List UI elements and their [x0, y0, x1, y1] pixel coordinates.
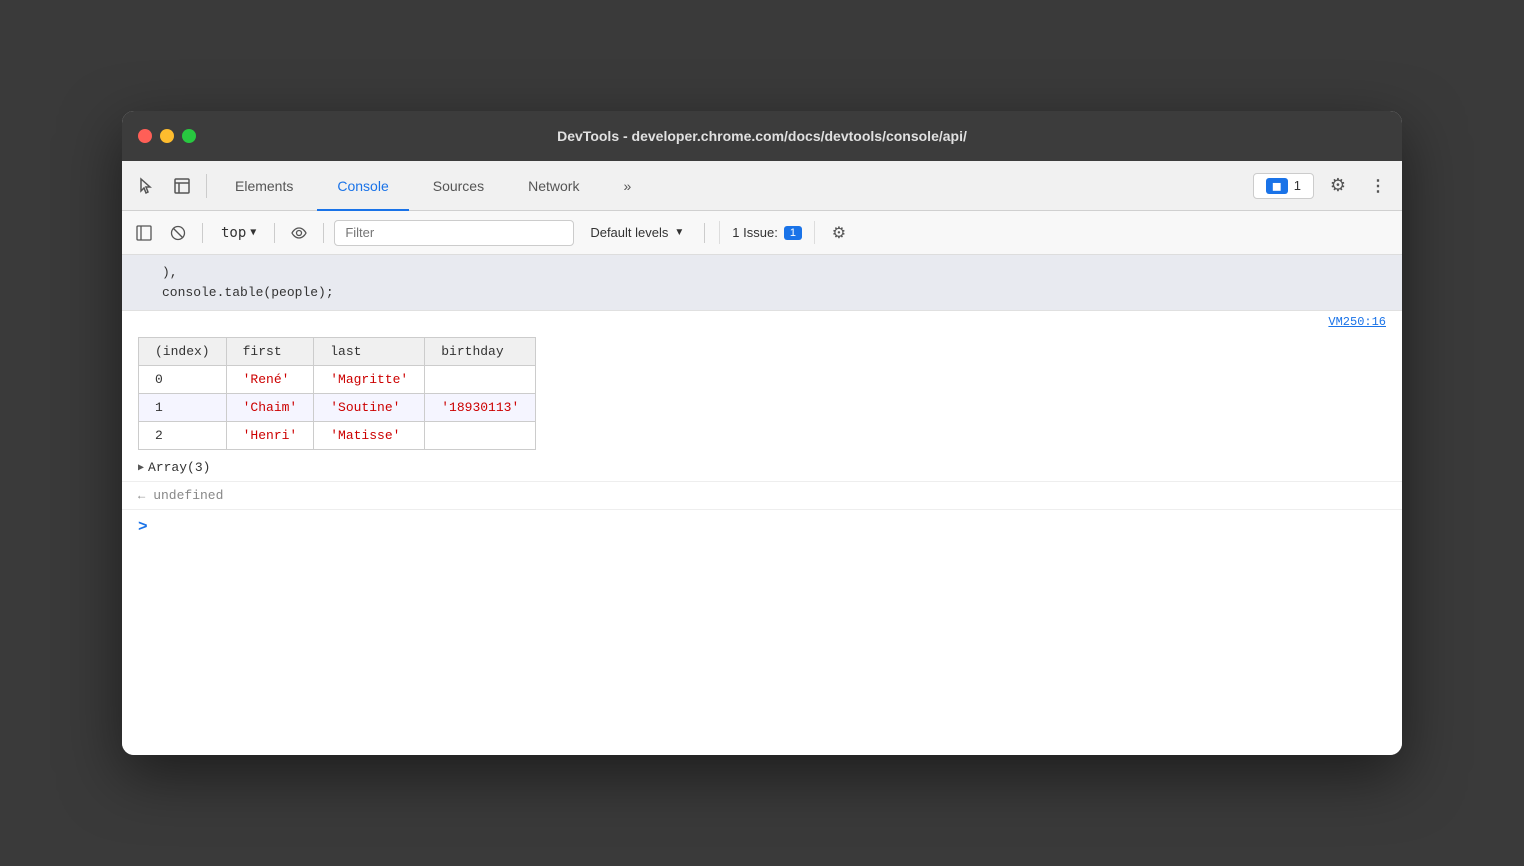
- issue-badge-button[interactable]: ◼ 1: [1253, 173, 1314, 199]
- console-table: (index) first last birthday 0 'René' 'Ma…: [138, 337, 536, 450]
- cell-index-0: 0: [139, 366, 227, 394]
- cell-first-0: 'René': [226, 366, 314, 394]
- cell-index-1: 1: [139, 394, 227, 422]
- cell-first-1: 'Chaim': [226, 394, 314, 422]
- issue-icon: ◼: [1266, 178, 1288, 194]
- console-settings-icon[interactable]: ⚙: [825, 219, 853, 247]
- issue-count-badge: 1: [784, 226, 802, 240]
- console-code-block: ), console.table(people);: [122, 255, 1402, 311]
- cursor-icon[interactable]: [130, 170, 162, 202]
- table-row: 1 'Chaim' 'Soutine' '18930113': [139, 394, 536, 422]
- cell-birthday-0: [425, 366, 536, 394]
- code-line-1: ),: [162, 263, 1386, 283]
- tab-more[interactable]: »: [603, 161, 651, 211]
- more-options-icon[interactable]: ⋮: [1362, 170, 1394, 202]
- array-expand-row[interactable]: ▶ Array(3): [122, 454, 1402, 481]
- tab-sources[interactable]: Sources: [413, 161, 504, 211]
- cell-last-1: 'Soutine': [314, 394, 425, 422]
- col-header-first: first: [226, 338, 314, 366]
- console-toolbar: top ▼ Default levels ▼ 1 Issue: 1 ⚙: [122, 211, 1402, 255]
- console-prompt[interactable]: >: [122, 509, 1402, 544]
- console-output: ), console.table(people); VM250:16 (inde…: [122, 255, 1402, 755]
- cell-last-0: 'Magritte': [314, 366, 425, 394]
- tab-elements[interactable]: Elements: [215, 161, 313, 211]
- close-button[interactable]: [138, 129, 152, 143]
- tab-console[interactable]: Console: [317, 161, 408, 211]
- filter-input[interactable]: [334, 220, 574, 246]
- minimize-button[interactable]: [160, 129, 174, 143]
- undefined-row: ← undefined: [122, 481, 1402, 509]
- tab-right-controls: ◼ 1 ⚙ ⋮: [1253, 170, 1394, 202]
- cell-index-2: 2: [139, 422, 227, 450]
- title-bar: DevTools - developer.chrome.com/docs/dev…: [122, 111, 1402, 161]
- col-header-last: last: [314, 338, 425, 366]
- vm-link[interactable]: VM250:16: [122, 311, 1402, 333]
- toolbar-divider-3: [323, 223, 324, 243]
- cell-last-2: 'Matisse': [314, 422, 425, 450]
- dropdown-arrow-icon: ▼: [250, 227, 256, 238]
- code-line-2: console.table(people);: [162, 283, 1386, 303]
- window-title: DevTools - developer.chrome.com/docs/dev…: [557, 128, 967, 144]
- cell-first-2: 'Henri': [226, 422, 314, 450]
- expand-triangle-icon: ▶: [138, 462, 144, 474]
- tab-network[interactable]: Network: [508, 161, 599, 211]
- devtools-window: DevTools - developer.chrome.com/docs/dev…: [122, 111, 1402, 755]
- inspect-svg: [173, 177, 191, 195]
- table-row: 0 'René' 'Magritte': [139, 366, 536, 394]
- array-label: Array(3): [148, 460, 210, 475]
- col-header-birthday: birthday: [425, 338, 536, 366]
- traffic-lights: [138, 129, 196, 143]
- prompt-chevron-icon: >: [138, 518, 148, 536]
- eye-icon[interactable]: [285, 219, 313, 247]
- toolbar-divider-2: [274, 223, 275, 243]
- levels-dropdown-arrow: ▼: [674, 227, 684, 238]
- cell-birthday-2: [425, 422, 536, 450]
- table-row: 2 'Henri' 'Matisse': [139, 422, 536, 450]
- cursor-svg: [137, 177, 155, 195]
- return-arrow-icon: ←: [138, 489, 145, 503]
- context-selector[interactable]: top ▼: [213, 221, 264, 245]
- tab-bar: Elements Console Sources Network » ◼ 1 ⚙…: [122, 161, 1402, 211]
- col-header-index: (index): [139, 338, 227, 366]
- clear-console-icon[interactable]: [164, 219, 192, 247]
- log-levels-selector[interactable]: Default levels ▼: [580, 221, 694, 244]
- maximize-button[interactable]: [182, 129, 196, 143]
- sidebar-toggle-icon[interactable]: [130, 219, 158, 247]
- tab-divider-1: [206, 174, 207, 198]
- settings-icon[interactable]: ⚙: [1322, 170, 1354, 202]
- inspect-icon[interactable]: [166, 170, 198, 202]
- toolbar-divider-1: [202, 223, 203, 243]
- issue-count-button[interactable]: 1 Issue: 1: [719, 221, 815, 244]
- toolbar-divider-4: [704, 223, 705, 243]
- undefined-value: undefined: [153, 488, 223, 503]
- cell-birthday-1: '18930113': [425, 394, 536, 422]
